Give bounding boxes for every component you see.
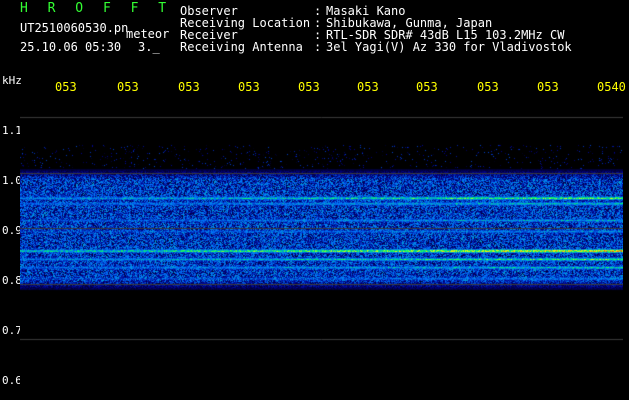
field-antenna-value: 3el Yagi(V) Az 330 for Vladivostok <box>326 40 572 54</box>
filename-label: UT2510060530.pn <box>20 21 129 35</box>
y-tick-label: 0.6 <box>2 374 22 387</box>
x-tick-label: 053 <box>238 80 260 94</box>
x-tick-label: 0540 <box>597 80 626 94</box>
spectrogram-plot <box>20 95 623 395</box>
y-tick-label: 0.8 <box>2 274 22 287</box>
datetime-label: 25.10.06 05:30 <box>20 40 122 54</box>
x-tick-label: 053 <box>117 80 139 94</box>
brand-title: H R O F F T <box>20 1 173 16</box>
field-antenna-sep: : <box>314 40 322 54</box>
short-label: 3._ <box>138 40 160 54</box>
mode-label: meteor <box>126 27 170 41</box>
y-tick-label: 1.1 <box>2 124 22 137</box>
y-tick-label: 0.7 <box>2 324 22 337</box>
x-tick-label: 053 <box>178 80 200 94</box>
field-antenna-label: Receiving Antenna <box>180 40 303 54</box>
spectrogram-canvas <box>20 95 623 395</box>
y-tick-label: 1.0 <box>2 174 22 187</box>
y-axis-unit: kHz <box>2 74 22 87</box>
y-tick-label: 0.9 <box>2 224 22 237</box>
x-tick-label: 053 <box>55 80 77 94</box>
x-tick-label: 053 <box>477 80 499 94</box>
x-tick-label: 053 <box>537 80 559 94</box>
x-tick-label: 053 <box>357 80 379 94</box>
x-tick-label: 053 <box>416 80 438 94</box>
x-tick-label: 053 <box>298 80 320 94</box>
